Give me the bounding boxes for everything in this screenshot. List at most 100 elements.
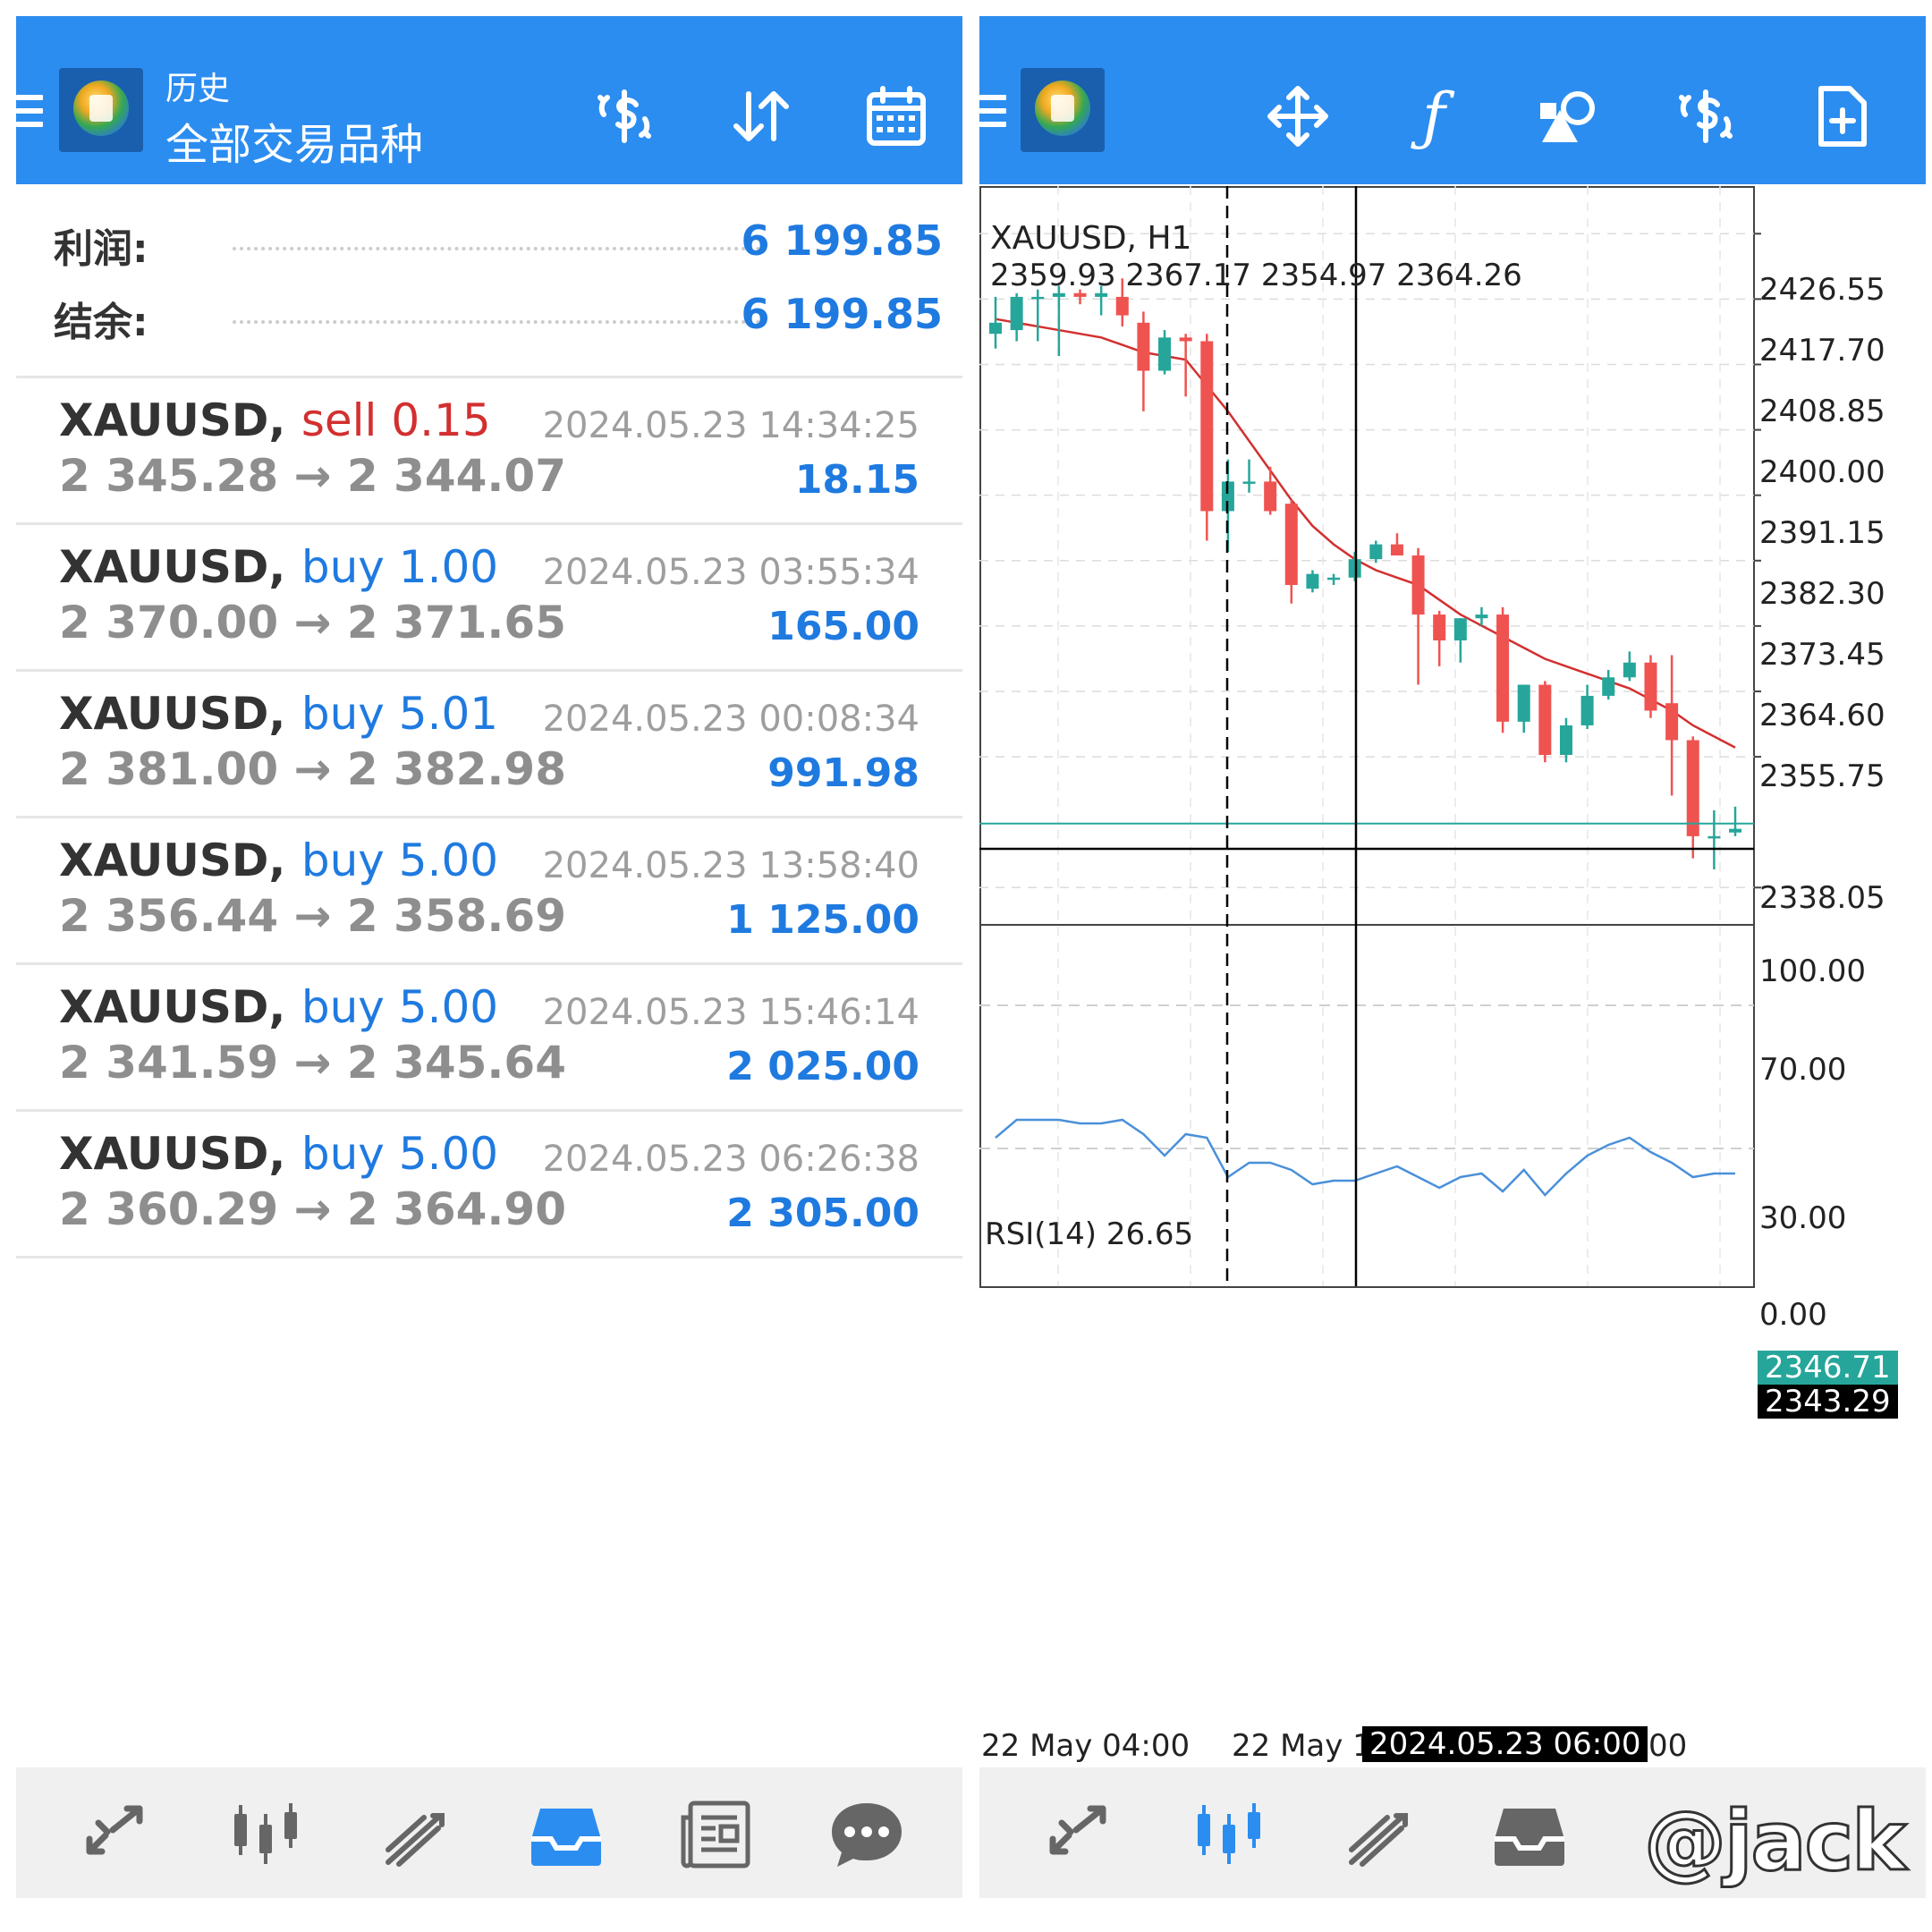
new-order-icon[interactable]	[1804, 79, 1879, 154]
candle-body	[1306, 573, 1319, 589]
chat-icon[interactable]	[826, 1794, 907, 1875]
candle	[1538, 681, 1552, 763]
balance-label: 结余:	[54, 300, 148, 345]
trade-row[interactable]: XAUUSD, buy 5.01 2 381.00 → 2 382.98 2024.…	[16, 672, 962, 818]
trade-row[interactable]: XAUUSD, sell 0.15 2 345.28 → 2 344.07 2024…	[16, 378, 962, 525]
quotes-icon[interactable]	[75, 1794, 156, 1875]
crosshair-price-label: 2343.29	[1758, 1385, 1898, 1419]
trade-symbol: XAUUSD, buy 1.00	[59, 541, 498, 593]
candle	[1158, 330, 1172, 375]
candlestick-series	[989, 278, 1741, 870]
trade-side: buy 5.01	[301, 688, 499, 740]
dollar-exchange-icon[interactable]	[1668, 79, 1743, 154]
profit-row: 利润: 6 199.85	[54, 216, 943, 272]
chart-area[interactable]: XAUUSD, H1 2359.93 2367.17 2354.97 2364.…	[979, 186, 1926, 1767]
symbol-filter[interactable]: 全部交易品种	[165, 109, 423, 172]
trade-row[interactable]: XAUUSD, buy 5.00 2 360.29 → 2 364.90 2024.…	[16, 1112, 962, 1258]
trade-prices: 2 341.59 → 2 345.64	[59, 1037, 566, 1089]
sort-arrows-icon[interactable]	[723, 79, 798, 154]
bottom-nav	[16, 1767, 962, 1898]
trade-time: 2024.05.23 13:58:40	[542, 845, 919, 886]
trade-symbol: XAUUSD, buy 5.01	[59, 688, 498, 740]
move-crosshair-icon[interactable]	[1260, 79, 1335, 154]
chart-icon[interactable]	[225, 1794, 306, 1875]
calendar-icon[interactable]	[859, 79, 934, 154]
trade-prices: 2 370.00 → 2 371.65	[59, 597, 566, 648]
rsi-tick-label: 70.00	[1759, 1052, 1847, 1088]
candle-body	[1433, 614, 1446, 640]
candle-body	[1052, 292, 1065, 297]
trade-icon[interactable]	[376, 1794, 456, 1875]
trade-time: 2024.05.23 00:08:34	[542, 699, 919, 740]
candle-body	[1390, 544, 1403, 555]
candle-body	[1411, 555, 1425, 615]
balance-row: 结余: 6 199.85	[54, 290, 943, 345]
rsi-line	[995, 1118, 1735, 1197]
history-icon[interactable]	[1489, 1794, 1570, 1875]
trade-prices: 2 381.00 → 2 382.98	[59, 743, 566, 795]
candle	[1453, 618, 1467, 663]
symbol-text: XAUUSD,	[59, 981, 286, 1033]
dotted-leader	[233, 247, 760, 250]
rsi-tick-label: 30.00	[1759, 1200, 1847, 1236]
trade-icon[interactable]	[1339, 1794, 1419, 1875]
chart-toolbar: ƒ	[979, 16, 1926, 184]
moving-average-path	[995, 318, 1736, 749]
symbol-text: XAUUSD,	[59, 1128, 286, 1180]
candle	[989, 296, 1002, 349]
trade-side: sell 0.15	[301, 394, 491, 446]
menu-icon[interactable]	[16, 95, 43, 135]
chart-icon[interactable]	[1189, 1794, 1269, 1875]
x-axis-label: 00	[1648, 1728, 1688, 1764]
candle	[1665, 655, 1679, 796]
price-tick-label: 2417.70	[1759, 333, 1885, 369]
candle-body	[1559, 724, 1572, 756]
dollar-exchange-icon[interactable]	[587, 79, 662, 154]
menu-icon[interactable]	[979, 95, 1006, 135]
price-tick-label: 2426.55	[1759, 272, 1885, 308]
profit-label: 利润:	[54, 226, 148, 272]
candle-body	[1602, 677, 1615, 696]
candle	[1644, 655, 1657, 718]
candle-body	[1623, 662, 1636, 678]
candle-body	[1686, 740, 1699, 836]
trade-row[interactable]: XAUUSD, buy 5.00 2 341.59 → 2 345.64 2024.…	[16, 965, 962, 1112]
trade-time: 2024.05.23 03:55:34	[542, 552, 919, 593]
trade-prices: 2 356.44 → 2 358.69	[59, 890, 566, 942]
candle-body	[1242, 481, 1256, 484]
history-icon[interactable]	[526, 1794, 606, 1875]
metatrader-logo	[1021, 68, 1105, 152]
trade-profit: 2 305.00	[726, 1191, 919, 1236]
candle	[1052, 285, 1065, 356]
candle	[1390, 533, 1403, 555]
candle	[1623, 651, 1636, 682]
candle-body	[1517, 684, 1530, 722]
candle	[1031, 289, 1045, 342]
candle	[1010, 292, 1023, 342]
news-icon[interactable]	[676, 1794, 757, 1875]
metatrader-logo	[59, 68, 143, 152]
candle	[1411, 547, 1425, 685]
trade-side: buy 5.00	[301, 981, 499, 1033]
rsi-title: RSI(14) 26.65	[985, 1216, 1194, 1252]
x-axis-label: 22 May 1	[1232, 1728, 1372, 1764]
candle	[1327, 573, 1341, 586]
candle-body	[1665, 703, 1679, 741]
candle	[1496, 606, 1510, 733]
candle-body	[1137, 322, 1150, 371]
candle-body	[1264, 481, 1277, 512]
trade-row[interactable]: XAUUSD, buy 1.00 2 370.00 → 2 371.65 2024.…	[16, 525, 962, 672]
symbol-text: XAUUSD,	[59, 541, 286, 593]
divider	[16, 1256, 962, 1258]
candle-body	[1200, 341, 1214, 512]
chart-ohlc-readout: 2359.93 2367.17 2354.97 2364.26	[990, 258, 1522, 293]
price-tick-label: 2373.45	[1759, 637, 1885, 673]
trade-symbol: XAUUSD, buy 5.00	[59, 981, 498, 1033]
candle	[1137, 311, 1150, 411]
symbol-text: XAUUSD,	[59, 394, 286, 446]
quotes-icon[interactable]	[1038, 1794, 1119, 1875]
objects-icon[interactable]	[1532, 79, 1607, 154]
function-icon[interactable]: ƒ	[1396, 79, 1471, 154]
trade-row[interactable]: XAUUSD, buy 5.00 2 356.44 → 2 358.69 2024.…	[16, 818, 962, 965]
trade-profit: 165.00	[767, 604, 919, 649]
